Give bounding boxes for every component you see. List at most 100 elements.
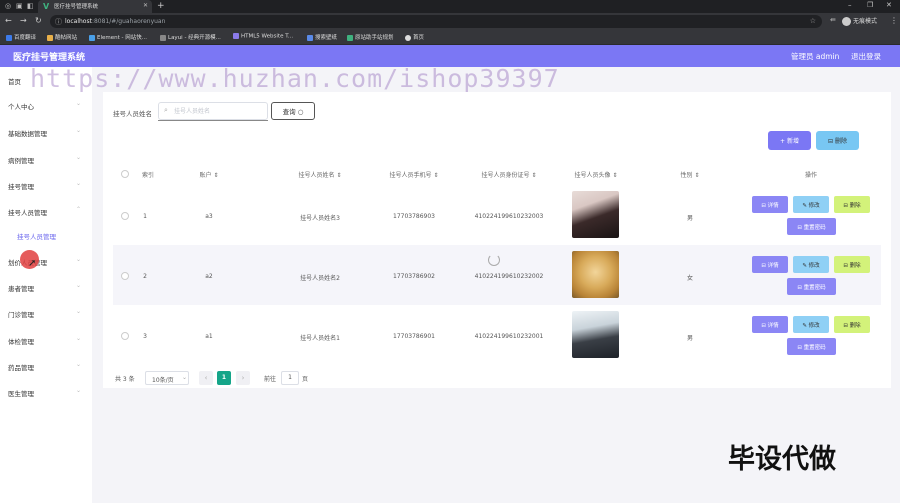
sidebar-item-registrars[interactable]: 挂号人员管理 ⌃ <box>0 198 92 224</box>
row-checkbox[interactable] <box>121 212 129 220</box>
sidebar-item-pricing[interactable]: 划价人员管理⌄ <box>0 248 92 274</box>
bookmark-item[interactable]: 首页 <box>405 33 424 41</box>
bookmark-item[interactable]: Element - 网站快... <box>89 33 147 41</box>
back-icon[interactable]: ← <box>5 16 12 25</box>
sidebar-item-clinic[interactable]: 门诊管理 ⌄ <box>0 300 92 326</box>
detail-button[interactable]: ⊟ 详情 <box>752 256 788 273</box>
info-icon[interactable]: ⓘ <box>55 17 62 27</box>
reset-password-button[interactable]: ⊟ 重置密码 <box>787 278 836 295</box>
edit-button[interactable]: ✎ 修改 <box>793 196 829 213</box>
chevron-down-icon: ⌄ <box>76 387 82 394</box>
row-checkbox[interactable] <box>121 272 129 280</box>
bookmark-item[interactable]: 搜索壁纸 <box>307 33 337 41</box>
cell-name: 挂号人员姓名2 <box>300 275 340 282</box>
search-input[interactable] <box>174 105 264 117</box>
sidebar-item-medicine[interactable]: 药品管理 ⌄ <box>0 353 92 379</box>
sidebar-item-patients[interactable]: 患者管理 ⌄ <box>0 274 92 300</box>
table-row: 3 a1 挂号人员姓名1 17703786901 410224199610232… <box>113 305 881 365</box>
column-header-name[interactable]: 挂号人员姓名 ⇕ <box>299 170 342 179</box>
goto-suffix: 页 <box>302 376 309 383</box>
extension-puzzle-icon[interactable]: ⇚ <box>830 16 836 24</box>
next-page-button[interactable]: › <box>236 371 250 385</box>
search-underline <box>158 120 268 121</box>
bookmark-icon <box>47 34 53 41</box>
chevron-down-icon: ⌄ <box>76 180 82 187</box>
bookmark-icon <box>160 34 166 41</box>
bookmark-icon <box>89 34 95 41</box>
column-header-phone[interactable]: 挂号人员手机号 ⇕ <box>390 170 439 179</box>
chevron-down-icon: ⌄ <box>182 374 188 381</box>
detail-button[interactable]: ⊟ 详情 <box>752 196 788 213</box>
cell-gender: 女 <box>686 275 694 282</box>
search-label: 挂号人员姓名 <box>113 110 152 118</box>
bookmark-item[interactable]: HTML5 Website T... <box>233 33 293 40</box>
browser-menu-icon[interactable]: ◎ <box>5 2 11 10</box>
column-header-avatar[interactable]: 挂号人员头像 ⇕ <box>575 170 618 179</box>
app-title: 医疗挂号管理系统 <box>13 53 86 63</box>
browser-more-icon[interactable]: ⋮ <box>890 16 898 25</box>
column-header-gender[interactable]: 性别 ⇕ <box>681 170 700 179</box>
bookmark-item[interactable]: 百度翻译 <box>6 33 36 41</box>
cell-idcard: 410224199610232001 <box>474 333 544 340</box>
reset-password-button[interactable]: ⊟ 重置密码 <box>787 218 836 235</box>
delete-button[interactable]: ⊟ 删除 <box>834 316 870 333</box>
chevron-down-icon: ⌄ <box>76 282 82 289</box>
reload-icon[interactable]: ↻ <box>35 16 42 25</box>
edit-button[interactable]: ✎ 修改 <box>793 316 829 333</box>
sidebar-item-checkup[interactable]: 体检管理 ⌄ <box>0 327 92 353</box>
maximize-icon[interactable]: ❐ <box>867 1 873 9</box>
url-text: localhost:8081/#/guahaorenyuan <box>65 17 166 25</box>
forward-icon[interactable]: → <box>20 16 27 25</box>
sidebar-item-cases[interactable]: 病例管理 ⌄ <box>0 146 92 172</box>
avatar-image[interactable] <box>572 251 619 298</box>
tab-title: 医疗挂号管理系统 <box>54 4 99 10</box>
sidebar-item-doctors[interactable]: 医生管理 ⌄ <box>0 379 92 405</box>
reset-password-button[interactable]: ⊟ 重置密码 <box>787 338 836 355</box>
browser-tab[interactable]: V 医疗挂号管理系统 ✕ <box>38 0 152 13</box>
bookmark-item[interactable]: Layui - 经典开源模... <box>160 33 221 41</box>
column-header-idcard[interactable]: 挂号人员身份证号 ⇕ <box>482 170 537 179</box>
row-checkbox[interactable] <box>121 332 129 340</box>
corner-caption: 毕设代做 <box>728 444 836 475</box>
search-box[interactable]: ⌕ <box>158 102 268 120</box>
delete-button[interactable]: ⊟ 删除 <box>834 196 870 213</box>
goto-page-input[interactable]: 1 <box>281 371 299 385</box>
close-icon[interactable]: ✕ <box>143 2 148 9</box>
window-close-icon[interactable]: ✕ <box>886 1 892 9</box>
sidebar-item-registration[interactable]: 挂号管理 ⌄ <box>0 172 92 198</box>
bookmark-icon <box>307 34 313 41</box>
url-field[interactable]: ⓘ localhost:8081/#/guahaorenyuan ☆ <box>50 15 822 28</box>
detail-button[interactable]: ⊟ 详情 <box>752 316 788 333</box>
cell-name: 挂号人员姓名1 <box>300 335 340 342</box>
cell-phone: 17703786901 <box>393 333 435 340</box>
sidebar-subitem-registrars[interactable]: 挂号人员管理 <box>0 224 92 246</box>
cell-phone: 17703786903 <box>393 213 435 220</box>
chevron-up-icon: ⌃ <box>76 206 82 213</box>
table-header: 索引 账户 ⇕ 挂号人员姓名 ⇕ 挂号人员手机号 ⇕ 挂号人员身份证号 ⇕ 挂号… <box>113 165 881 183</box>
avatar-image[interactable] <box>572 311 619 358</box>
minimize-icon[interactable]: – <box>848 1 852 9</box>
sidebar-item-profile[interactable]: 个人中心 ⌄ <box>0 92 92 118</box>
new-tab-icon[interactable]: + <box>157 1 165 11</box>
page-size-select[interactable]: 10条/页 ⌄ <box>145 371 189 385</box>
logout-link[interactable]: 退出登录 <box>851 51 881 62</box>
incognito-profile[interactable]: 无痕模式 <box>842 16 877 26</box>
query-button[interactable]: 查询 ○ <box>271 102 315 120</box>
add-button[interactable]: + 新增 <box>768 131 811 150</box>
extension-icon[interactable]: ◧ <box>27 2 34 10</box>
batch-delete-button[interactable]: ⊟ 删除 <box>816 131 859 150</box>
tab-list-icon[interactable]: ▣ <box>16 2 23 10</box>
avatar-image[interactable] <box>572 191 619 238</box>
select-all-checkbox[interactable] <box>121 170 129 178</box>
edit-button[interactable]: ✎ 修改 <box>793 256 829 273</box>
search-icon: ⌕ <box>164 106 168 114</box>
page-number-active[interactable]: 1 <box>217 371 231 385</box>
sidebar: 首页 个人中心 ⌄ 基础数据管理 ⌄ 病例管理 ⌄ 挂号管理 ⌄ 挂号人员管理 ⌃ 挂号人… <box>0 67 92 503</box>
prev-page-button[interactable]: ‹ <box>199 371 213 385</box>
delete-button[interactable]: ⊟ 删除 <box>834 256 870 273</box>
bookmark-item[interactable]: 酷帖网站 <box>47 33 77 41</box>
bookmark-item[interactable]: 原站助手站规划 <box>347 33 394 41</box>
bookmark-star-icon[interactable]: ☆ <box>810 17 816 25</box>
sidebar-item-base-data[interactable]: 基础数据管理 ⌄ <box>0 119 92 145</box>
column-header-account[interactable]: 账户 ⇕ <box>200 170 219 179</box>
